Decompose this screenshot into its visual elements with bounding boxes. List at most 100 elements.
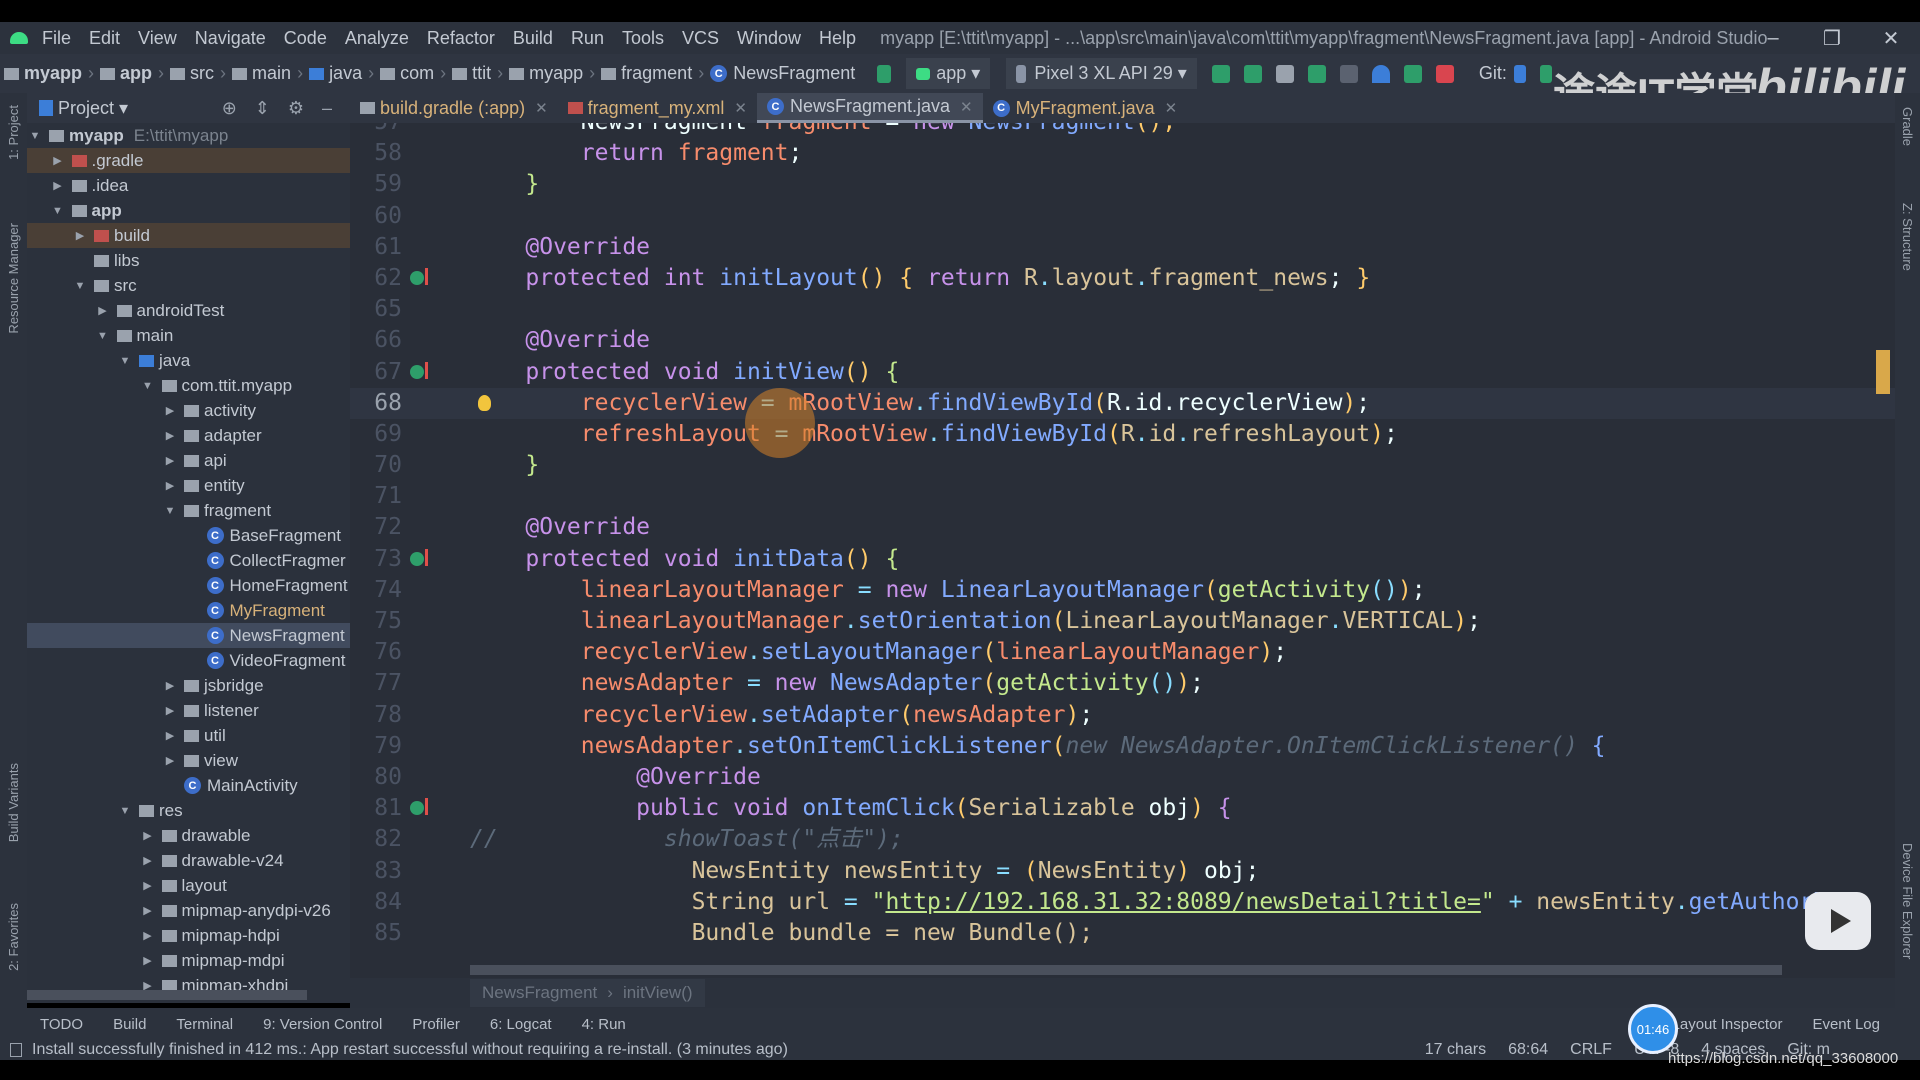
tab-close-icon[interactable]: ✕ (960, 98, 973, 116)
breadcrumb-item[interactable]: › java (291, 63, 362, 84)
code-line[interactable]: 74 linearLayoutManager = new LinearLayou… (350, 575, 1895, 606)
code-line[interactable]: 72 @Override (350, 512, 1895, 543)
tool-window-device-file-explorer[interactable]: Device File Explorer (1900, 843, 1915, 959)
menu-run[interactable]: Run (571, 28, 604, 49)
expand-arrow-icon[interactable]: ▶ (142, 929, 154, 942)
code-line[interactable]: 61 @Override (350, 232, 1895, 263)
code-line[interactable]: 59 } (350, 169, 1895, 200)
tree-item[interactable]: ▼ myapp E:\ttit\myapp (27, 123, 350, 148)
code-editor[interactable]: 57 NewsFragment fragment = new NewsFragm… (350, 123, 1895, 978)
code-line[interactable]: 67 protected void initView() { (350, 357, 1895, 388)
code-line[interactable]: 70 } (350, 450, 1895, 481)
breadcrumb-class[interactable]: NewsFragment (482, 983, 597, 1003)
expand-arrow-icon[interactable]: ▶ (142, 954, 154, 967)
menu-tools[interactable]: Tools (622, 28, 664, 49)
tool-window-build-variants[interactable]: Build Variants (6, 763, 21, 842)
tree-item[interactable]: ▼ fragment (27, 498, 350, 523)
code-line[interactable]: 85 Bundle bundle = new Bundle(); (350, 918, 1895, 949)
tree-item[interactable]: ▶ activity (27, 398, 350, 423)
tree-item[interactable]: ▶ api (27, 448, 350, 473)
code-line[interactable]: 80 @Override (350, 762, 1895, 793)
code-line[interactable]: 60 (350, 201, 1895, 232)
tree-item[interactable]: ▼ com.ttit.myapp (27, 373, 350, 398)
expand-arrow-icon[interactable]: ▶ (164, 754, 176, 767)
tool-window-todo[interactable]: TODO (40, 1016, 83, 1033)
tree-item[interactable]: ▶ listener (27, 698, 350, 723)
line-separator[interactable]: CRLF (1570, 1041, 1612, 1059)
code-line[interactable]: 62 protected int initLayout() { return R… (350, 263, 1895, 294)
run-config-select[interactable]: app ▾ (906, 58, 991, 89)
tool-window-favorites[interactable]: 2: Favorites (6, 903, 21, 971)
menu-refactor[interactable]: Refactor (427, 28, 495, 49)
override-gutter-icon[interactable] (410, 267, 428, 285)
tree-item[interactable]: ▶ .gradle (27, 148, 350, 173)
breadcrumb-item[interactable]: › src (152, 63, 214, 84)
close-button[interactable]: ✕ (1862, 22, 1920, 54)
expand-arrow-icon[interactable]: ▼ (29, 130, 41, 142)
code-line[interactable]: 84 String url = "http://192.168.31.32:80… (350, 887, 1895, 918)
breadcrumb-item[interactable]: myapp (4, 63, 82, 84)
expand-arrow-icon[interactable]: ▼ (119, 355, 131, 367)
expand-arrow-icon[interactable]: ▼ (119, 805, 131, 817)
tree-item[interactable]: ▶ drawable (27, 823, 350, 848)
run-tests-icon[interactable] (1275, 64, 1294, 83)
tree-item[interactable]: ▶ mipmap-anydpi-v26 (27, 898, 350, 923)
debug-icon[interactable] (1307, 64, 1326, 83)
menu-file[interactable]: File (42, 28, 71, 49)
tree-item[interactable]: ▶ util (27, 723, 350, 748)
expand-arrow-icon[interactable]: ▶ (164, 679, 176, 692)
code-line[interactable]: 83 NewsEntity newsEntity = (NewsEntity) … (350, 856, 1895, 887)
tool-window-event-log[interactable]: Event Log (1812, 1016, 1880, 1033)
tree-item[interactable]: ▶ mipmap-hdpi (27, 923, 350, 948)
expand-arrow-icon[interactable]: ▶ (74, 229, 86, 242)
tool-window-9-version-control[interactable]: 9: Version Control (263, 1016, 382, 1033)
tool-window-project[interactable]: 1: Project (6, 105, 21, 160)
tree-item[interactable]: ▶ mipmap-mdpi (27, 948, 350, 973)
coverage-icon[interactable] (1339, 64, 1358, 83)
tab-build-gradle-app-[interactable]: build.gradle (:app) ✕ (350, 93, 558, 123)
expand-arrow-icon[interactable]: ▼ (74, 280, 86, 292)
menu-window[interactable]: Window (737, 28, 801, 49)
tab-close-icon[interactable]: ✕ (1165, 99, 1178, 117)
tree-item[interactable]: ▶ adapter (27, 423, 350, 448)
breadcrumb-item[interactable]: › myapp (491, 63, 583, 84)
expand-arrow-icon[interactable]: ▶ (52, 179, 64, 192)
tree-item[interactable]: ▼ res (27, 798, 350, 823)
git-commit-icon[interactable] (1539, 64, 1552, 83)
tree-item[interactable]: ▼ src (27, 273, 350, 298)
tree-item[interactable]: ▼ app (27, 198, 350, 223)
breadcrumb-item[interactable]: › C NewsFragment (692, 63, 855, 84)
override-gutter-icon[interactable] (410, 361, 428, 379)
menu-view[interactable]: View (138, 28, 177, 49)
tree-item[interactable]: libs (27, 248, 350, 273)
panel-actions[interactable]: ⊕⇕⚙– (222, 98, 350, 119)
code-line[interactable]: 73 protected void initData() { (350, 544, 1895, 575)
play-button-icon[interactable] (1805, 892, 1871, 950)
tree-item[interactable]: C MainActivity (27, 773, 350, 798)
expand-arrow-icon[interactable]: ▶ (164, 454, 176, 467)
tree-item[interactable]: C NewsFragment (27, 623, 350, 648)
tree-item[interactable]: ▼ main (27, 323, 350, 348)
tree-item[interactable]: ▶ androidTest (27, 298, 350, 323)
override-gutter-icon[interactable] (410, 798, 428, 816)
tree-item[interactable]: ▶ .idea (27, 173, 350, 198)
code-line[interactable]: 81 public void onItemClick(Serializable … (350, 793, 1895, 824)
maximize-button[interactable]: ❐ (1803, 22, 1861, 54)
menu-edit[interactable]: Edit (89, 28, 120, 49)
expand-arrow-icon[interactable]: ▶ (164, 479, 176, 492)
expand-arrow-icon[interactable]: ▼ (97, 330, 109, 342)
breadcrumb-item[interactable]: › main (214, 63, 291, 84)
tab-myfragment-java[interactable]: C MyFragment.java ✕ (983, 93, 1188, 123)
tool-window-layout-inspector[interactable]: Layout Inspector (1672, 1016, 1783, 1033)
code-line[interactable]: 76 recyclerView.setLayoutManager(linearL… (350, 637, 1895, 668)
code-line[interactable]: 82 // showToast("点击"); (350, 824, 1895, 855)
tab-newsfragment-java[interactable]: C NewsFragment.java ✕ (756, 93, 983, 123)
stop-icon[interactable] (1435, 64, 1454, 83)
expand-arrow-icon[interactable]: ▶ (97, 304, 109, 317)
expand-arrow-icon[interactable]: ▼ (164, 505, 176, 517)
menu-analyze[interactable]: Analyze (345, 28, 409, 49)
expand-arrow-icon[interactable]: ▼ (52, 205, 64, 217)
expand-arrow-icon[interactable]: ▶ (142, 904, 154, 917)
code-line[interactable]: 68 recyclerView = mRootView.findViewById… (350, 387, 1895, 419)
tool-window-resource-manager[interactable]: Resource Manager (6, 223, 21, 334)
